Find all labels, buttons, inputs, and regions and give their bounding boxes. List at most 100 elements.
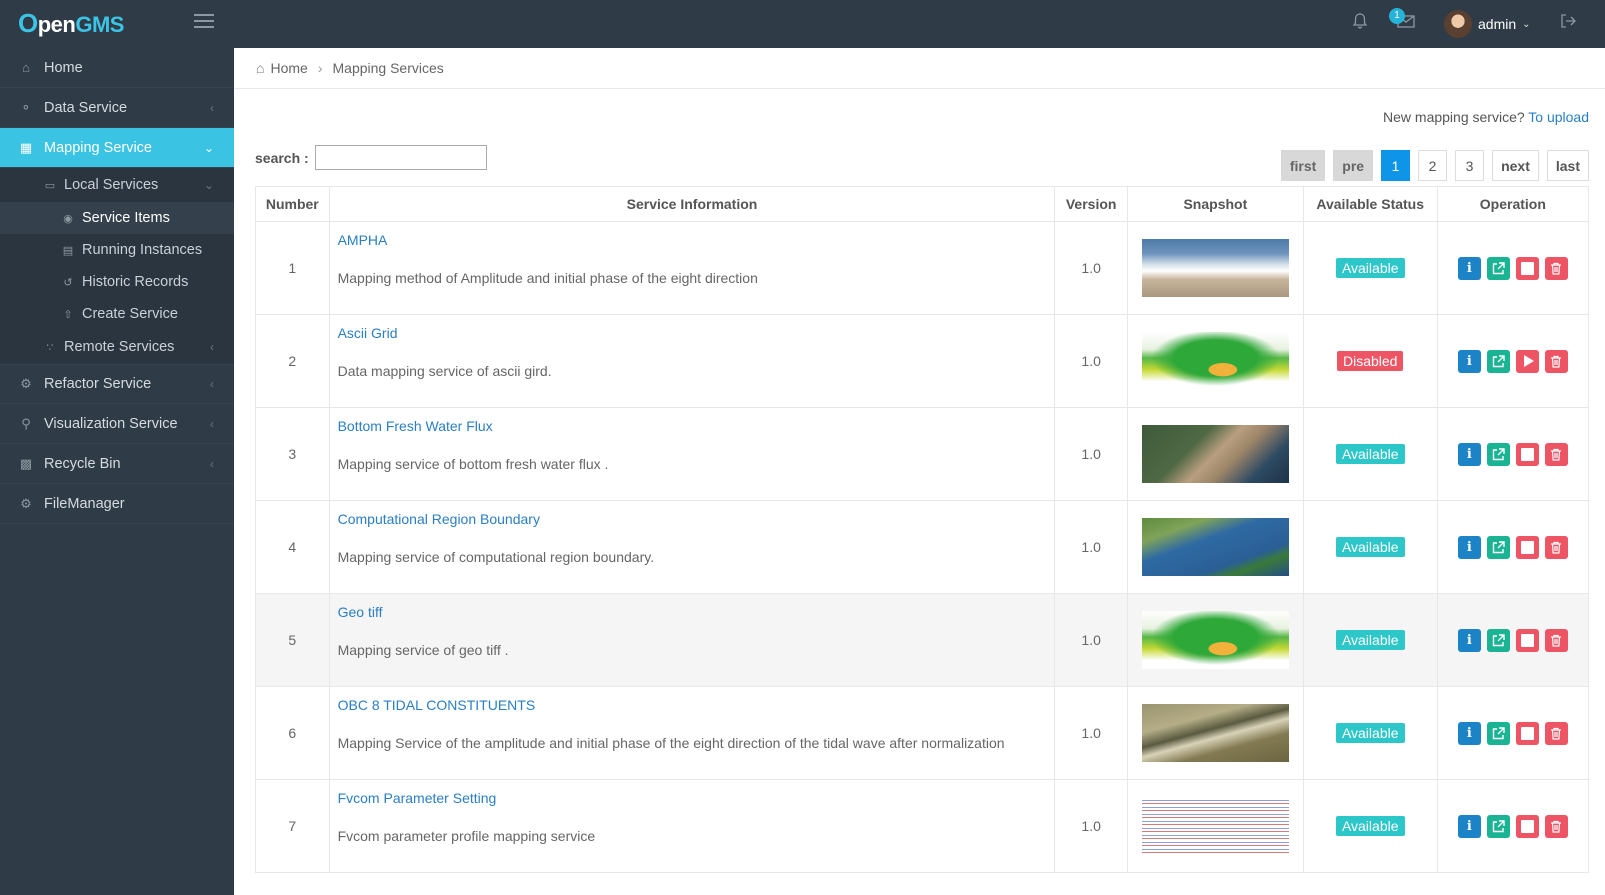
status-badge: Available: [1335, 630, 1405, 650]
service-title-link[interactable]: Ascii Grid: [338, 325, 1047, 341]
user-menu[interactable]: admin ⌄: [1444, 9, 1531, 39]
stop-service-button[interactable]: [1515, 442, 1539, 466]
page-next-button[interactable]: next: [1492, 150, 1539, 181]
status-badge: Available: [1335, 258, 1405, 278]
info-button[interactable]: i: [1457, 814, 1481, 838]
service-title-link[interactable]: AMPHA: [338, 232, 1047, 248]
stop-service-button[interactable]: [1515, 628, 1539, 652]
page-1-button[interactable]: 1: [1381, 150, 1411, 181]
cell-operation: i: [1436, 314, 1590, 408]
delete-button[interactable]: [1544, 628, 1568, 652]
table-row: 6 OBC 8 TIDAL CONSTITUENTS Mapping Service…: [255, 686, 1590, 780]
chevron-left-icon: ‹: [210, 377, 214, 391]
info-button[interactable]: i: [1457, 256, 1481, 280]
info-button[interactable]: i: [1457, 535, 1481, 559]
sidebar-item-running-instances[interactable]: ▤ Running Instances: [0, 234, 234, 266]
breadcrumb-home-link[interactable]: Home: [270, 60, 307, 76]
cell-number: 3: [255, 407, 330, 501]
sidebar-item-home[interactable]: ⌂ Home: [0, 48, 234, 88]
status-badge: Available: [1335, 816, 1405, 836]
header-number[interactable]: Number: [255, 186, 330, 222]
sidebar-item-recycle-bin[interactable]: ▩ Recycle Bin ‹: [0, 444, 234, 484]
sidebar-item-service-items[interactable]: ◉ Service Items: [0, 202, 234, 234]
service-title-link[interactable]: OBC 8 TIDAL CONSTITUENTS: [338, 697, 1047, 713]
book-icon: ▤: [62, 244, 74, 257]
service-title-link[interactable]: Fvcom Parameter Setting: [338, 790, 1047, 806]
cell-operation: i: [1436, 779, 1590, 873]
open-external-button[interactable]: [1486, 349, 1510, 373]
sidebar-item-mapping-service[interactable]: ▦ Mapping Service ⌄: [0, 128, 234, 168]
cell-snapshot: [1126, 407, 1304, 501]
snapshot-image: [1141, 239, 1289, 297]
open-external-button[interactable]: [1486, 442, 1510, 466]
delete-button[interactable]: [1544, 721, 1568, 745]
menu-toggle-icon[interactable]: [194, 14, 214, 30]
info-button[interactable]: i: [1457, 721, 1481, 745]
sidebar-item-file-manager[interactable]: ⚙ FileManager: [0, 484, 234, 524]
service-description: Fvcom parameter profile mapping service: [337, 828, 596, 844]
open-external-button[interactable]: [1486, 256, 1510, 280]
cell-version: 1.0: [1054, 407, 1128, 501]
info-button[interactable]: i: [1457, 349, 1481, 373]
cell-version: 1.0: [1054, 593, 1128, 687]
delete-button[interactable]: [1544, 349, 1568, 373]
stop-service-button[interactable]: [1515, 535, 1539, 559]
service-title-link[interactable]: Computational Region Boundary: [338, 511, 1047, 527]
stop-service-button[interactable]: [1515, 814, 1539, 838]
cell-number: 1: [255, 221, 330, 315]
header-version[interactable]: Version: [1054, 186, 1128, 222]
chevron-left-icon: ‹: [210, 100, 214, 115]
delete-button[interactable]: [1544, 535, 1568, 559]
header-service-information[interactable]: Service Information: [328, 186, 1056, 222]
mail-icon[interactable]: 1: [1389, 8, 1417, 34]
pagination: first pre 1 2 3 next last: [1280, 150, 1589, 181]
page-last-button[interactable]: last: [1546, 150, 1589, 181]
upload-prompt: New mapping service? To upload: [1383, 109, 1589, 125]
info-button[interactable]: i: [1457, 442, 1481, 466]
eye-icon: ◉: [63, 212, 73, 225]
delete-button[interactable]: [1544, 256, 1568, 280]
service-title-link[interactable]: Bottom Fresh Water Flux: [338, 418, 1047, 434]
delete-button[interactable]: [1544, 814, 1568, 838]
page-3-button[interactable]: 3: [1455, 150, 1485, 181]
sidebar-item-visualization-service[interactable]: ⚲ Visualization Service ‹: [0, 404, 234, 444]
trash-icon: ▩: [19, 455, 33, 471]
page-2-button[interactable]: 2: [1418, 150, 1448, 181]
gear-icon: ⚙: [20, 495, 32, 511]
sidebar-item-create-service[interactable]: ⇧ Create Service: [0, 298, 234, 330]
info-button[interactable]: i: [1457, 628, 1481, 652]
open-external-button[interactable]: [1486, 814, 1510, 838]
page-first-button[interactable]: first: [1280, 150, 1326, 181]
cell-version: 1.0: [1054, 221, 1128, 315]
open-external-button[interactable]: [1486, 628, 1510, 652]
open-external-button[interactable]: [1486, 535, 1510, 559]
stop-service-button[interactable]: [1515, 256, 1539, 280]
logout-icon[interactable]: [1557, 12, 1579, 34]
avatar: [1444, 10, 1472, 38]
delete-button[interactable]: [1544, 442, 1568, 466]
table-row: 1 AMPHA Mapping method of Amplitude and in…: [255, 221, 1590, 315]
service-title-link[interactable]: Geo tiff: [338, 604, 1047, 620]
header-snapshot[interactable]: Snapshot: [1126, 186, 1304, 222]
sidebar-item-historic-records[interactable]: ↺ Historic Records: [0, 266, 234, 298]
sidebar-item-remote-services[interactable]: ∵ Remote Services ‹: [0, 330, 234, 364]
stop-service-button[interactable]: [1515, 721, 1539, 745]
page-prev-button[interactable]: pre: [1333, 150, 1374, 181]
header-available-status[interactable]: Available Status: [1302, 186, 1438, 222]
header-operation[interactable]: Operation: [1436, 186, 1590, 222]
sidebar-item-refactor-service[interactable]: ⚙ Refactor Service ‹: [0, 364, 234, 404]
search-input[interactable]: [314, 145, 487, 170]
cell-service-information: Computational Region Boundary Mapping ser…: [328, 500, 1056, 594]
sidebar: ⌂ Home ⚬ Data Service ‹ ▦ Mapping Service ⌄ ▭…: [0, 48, 234, 895]
sidebar-item-data-service[interactable]: ⚬ Data Service ‹: [0, 88, 234, 128]
start-service-button[interactable]: [1515, 349, 1539, 373]
cell-status: Disabled: [1302, 314, 1438, 408]
bell-icon[interactable]: [1349, 12, 1371, 34]
upload-link[interactable]: To upload: [1528, 109, 1589, 125]
sidebar-item-local-services[interactable]: ▭ Local Services ⌄: [0, 168, 234, 202]
cell-snapshot: [1126, 500, 1304, 594]
open-external-button[interactable]: [1486, 721, 1510, 745]
opengms-logo[interactable]: OpenGMS: [18, 8, 124, 39]
cell-number: 7: [255, 779, 330, 873]
services-table: Number Service Information Version Snaps…: [255, 186, 1590, 873]
